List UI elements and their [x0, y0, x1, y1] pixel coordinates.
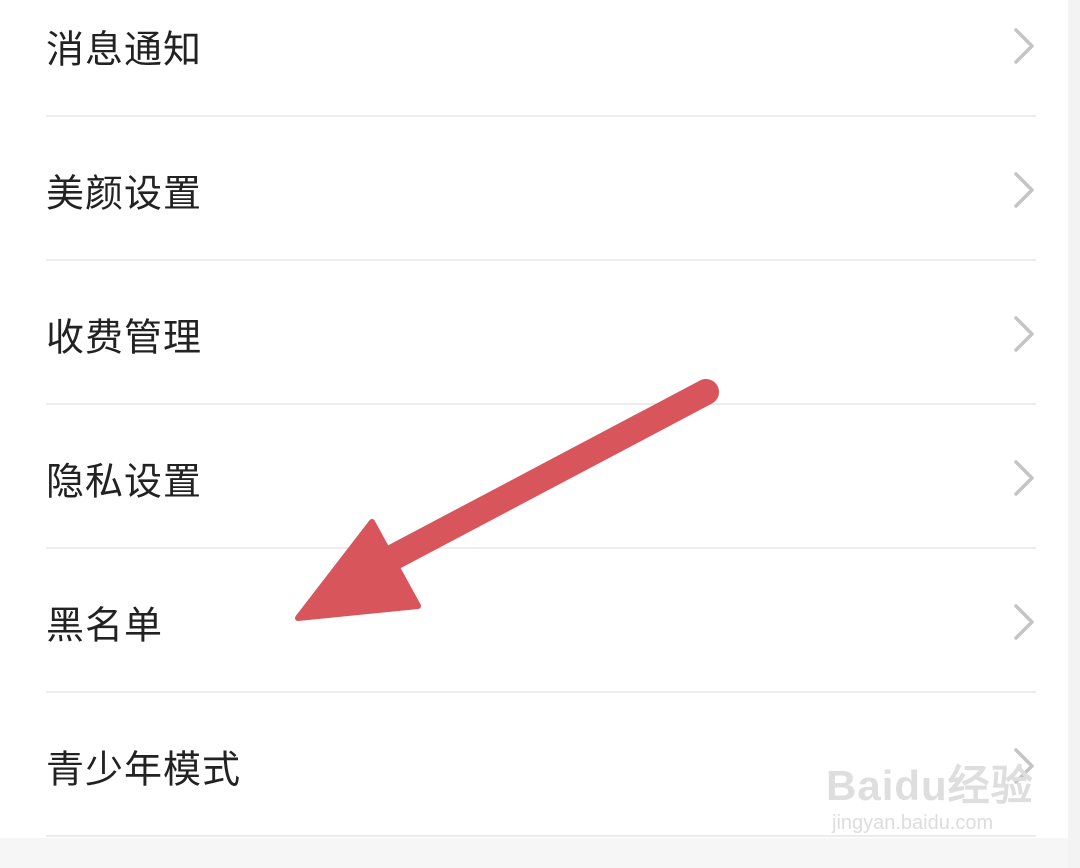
- bottom-strip: [0, 838, 1080, 868]
- divider: [46, 115, 1036, 117]
- chevron-right-icon: [1014, 604, 1034, 640]
- settings-item-label: 美颜设置: [46, 171, 203, 216]
- settings-list: 消息通知 美颜设置 收费管理 隐私设置 黑名单 青少年模式: [0, 0, 1068, 838]
- watermark-logo: Baidu经验: [826, 762, 1034, 809]
- watermark-url: jingyan.baidu.com: [832, 812, 994, 834]
- chevron-right-icon: [1014, 316, 1034, 352]
- settings-item-fee-management[interactable]: 收费管理: [0, 262, 1068, 406]
- divider: [46, 259, 1036, 261]
- chevron-right-icon: [1014, 172, 1034, 208]
- divider: [46, 403, 1036, 405]
- chevron-right-icon: [1014, 28, 1034, 64]
- settings-item-message-notification[interactable]: 消息通知: [0, 0, 1068, 118]
- settings-item-label: 隐私设置: [46, 459, 203, 504]
- settings-item-label: 收费管理: [46, 315, 203, 360]
- settings-item-label: 黑名单: [46, 603, 164, 648]
- settings-item-label: 消息通知: [46, 27, 203, 72]
- settings-item-beauty[interactable]: 美颜设置: [0, 118, 1068, 262]
- settings-item-privacy[interactable]: 隐私设置: [0, 406, 1068, 550]
- baidu-jingyan-watermark: Baidu经验 jingyan.baidu.com: [826, 752, 1033, 842]
- chevron-right-icon: [1014, 460, 1034, 496]
- screen-edge: [1068, 0, 1080, 868]
- divider: [46, 691, 1036, 693]
- settings-item-blacklist[interactable]: 黑名单: [0, 550, 1068, 694]
- divider: [46, 547, 1036, 549]
- settings-screen: 消息通知 美颜设置 收费管理 隐私设置 黑名单 青少年模式: [0, 0, 1068, 868]
- settings-item-label: 青少年模式: [46, 747, 242, 792]
